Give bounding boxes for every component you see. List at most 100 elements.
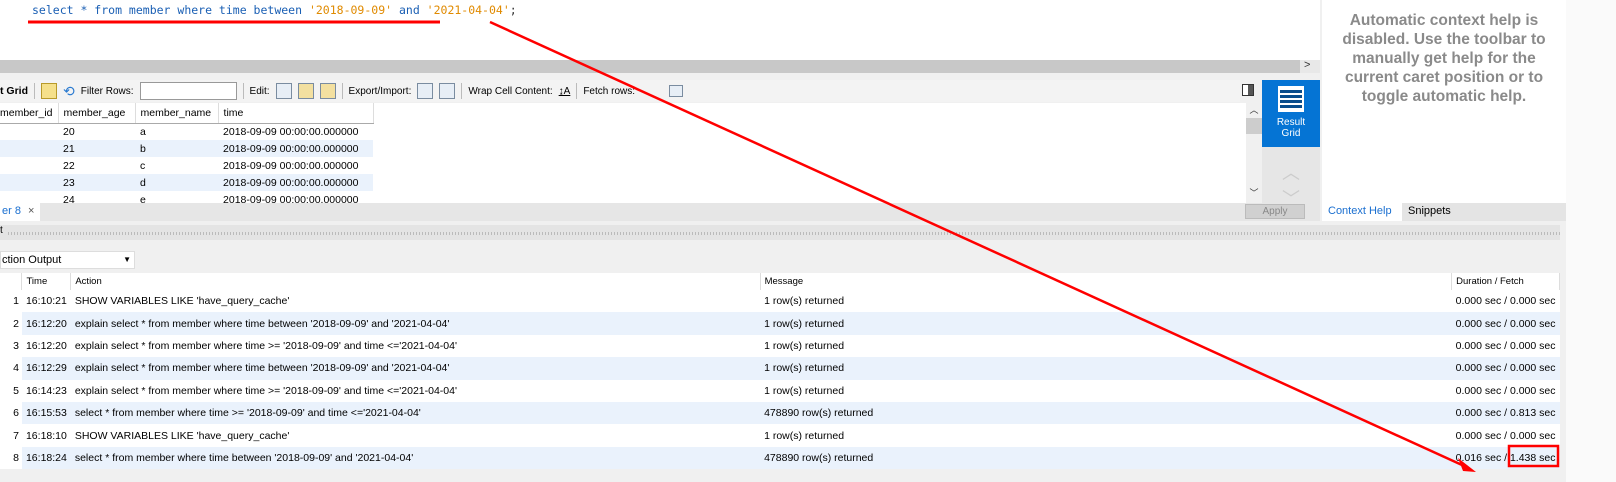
fetch-rows-icon[interactable]	[669, 85, 684, 97]
cell[interactable]: 2018-09-09 00:00:00.000000	[218, 157, 373, 174]
scrollbar-thumb[interactable]	[0, 60, 1300, 73]
time-cell[interactable]: 16:12:20	[21, 312, 71, 335]
message-cell[interactable]: 1 row(s) returned	[760, 290, 1452, 312]
cell[interactable]: b	[135, 140, 219, 157]
column-header[interactable]: time	[218, 103, 374, 124]
scroll-up-icon[interactable]: ︿	[1246, 103, 1262, 116]
grid-layout-icon[interactable]	[41, 83, 57, 99]
tab-result[interactable]: er 8 ×	[0, 203, 40, 221]
time-cell[interactable]: 16:10:21	[22, 290, 71, 312]
time-cell[interactable]: 16:12:20	[22, 335, 71, 357]
output-row[interactable]: 4 16:12:29 explain select * from member wh…	[0, 357, 1560, 380]
row-number[interactable]: 6	[0, 401, 22, 425]
cell[interactable]: 2018-09-09 00:00:00.000000	[218, 174, 374, 191]
action-cell[interactable]: explain select * from member where time …	[70, 357, 761, 380]
add-row-icon[interactable]	[297, 83, 314, 99]
refresh-icon[interactable]: ⟲	[63, 83, 75, 100]
sql-query[interactable]: select * from member where time between …	[32, 3, 517, 17]
output-row[interactable]: 8 16:18:24 select * from member where time…	[0, 446, 1560, 470]
output-row[interactable]: 1 16:10:21 SHOW VARIABLES LIKE 'have_query…	[0, 290, 1560, 313]
side-scroll-arrows-icon[interactable]: ︿ ﹀	[1262, 147, 1320, 209]
duration-cell[interactable]: 0.000 sec / 0.000 sec	[1452, 290, 1560, 312]
message-cell[interactable]: 1 row(s) returned	[760, 380, 1452, 402]
apply-button[interactable]: Apply	[1245, 204, 1305, 219]
row-number[interactable]: 8	[0, 446, 22, 470]
cell[interactable]: c	[135, 157, 218, 174]
row-number[interactable]: 7	[0, 424, 22, 447]
action-cell[interactable]: SHOW VARIABLES LIKE 'have_query_cache'	[71, 290, 760, 312]
duration-cell[interactable]: 0.000 sec / 0.000 sec	[1452, 380, 1560, 402]
output-row[interactable]: 6 16:15:53 select * from member where time…	[0, 401, 1560, 425]
sql-editor[interactable]: select * from member where time between …	[0, 0, 1320, 60]
cell[interactable]: 23	[58, 174, 136, 191]
column-header[interactable]: Action	[70, 273, 761, 290]
export-icon[interactable]	[417, 83, 434, 99]
time-cell[interactable]: 16:18:24	[21, 446, 71, 470]
output-row[interactable]: 7 16:18:10 SHOW VARIABLES LIKE 'have_query…	[0, 424, 1560, 447]
duration-cell[interactable]: 0.000 sec / 0.000 sec	[1451, 312, 1560, 335]
time-cell[interactable]: 16:12:29	[21, 357, 71, 380]
wrap-cell-icon[interactable]: ↨A	[559, 86, 571, 97]
tab-context-help[interactable]: Context Help	[1322, 203, 1402, 221]
duration-cell[interactable]: 0.000 sec / 0.813 sec	[1451, 401, 1560, 425]
action-cell[interactable]: select * from member where time between …	[70, 446, 761, 470]
tab-snippets[interactable]: Snippets	[1402, 203, 1457, 221]
splitter-grip[interactable]	[8, 232, 1560, 235]
scrollbar-thumb[interactable]	[1246, 118, 1262, 134]
message-cell[interactable]: 1 row(s) returned	[760, 424, 1452, 446]
action-cell[interactable]: explain select * from member where time …	[71, 380, 760, 402]
scroll-down-icon[interactable]: ﹀	[1246, 186, 1262, 199]
cell[interactable]: d	[135, 174, 219, 191]
message-cell[interactable]: 478890 row(s) returned	[760, 446, 1452, 470]
cell[interactable]: a	[135, 123, 218, 140]
cell[interactable]: 2018-09-09 00:00:00.000000	[218, 123, 373, 140]
cell[interactable]: 20	[58, 123, 135, 140]
column-header[interactable]: Time	[21, 273, 72, 290]
action-cell[interactable]: explain select * from member where time …	[70, 312, 761, 335]
output-row[interactable]: 2 16:12:20 explain select * from member wh…	[0, 312, 1560, 335]
column-header[interactable]: member_id	[0, 103, 59, 124]
message-cell[interactable]: 1 row(s) returned	[760, 357, 1452, 380]
import-icon[interactable]	[439, 83, 456, 99]
column-header[interactable]: member_name	[135, 103, 219, 124]
table-row[interactable]: 23 d 2018-09-09 00:00:00.000000	[0, 174, 374, 191]
cell[interactable]	[0, 174, 59, 191]
action-cell[interactable]: SHOW VARIABLES LIKE 'have_query_cache'	[71, 424, 760, 446]
time-cell[interactable]: 16:18:10	[22, 424, 71, 446]
cell[interactable]	[0, 123, 58, 140]
output-row[interactable]: 3 16:12:20 explain select * from member wh…	[0, 334, 1560, 358]
message-cell[interactable]: 1 row(s) returned	[760, 312, 1452, 335]
duration-cell[interactable]: 0.016 sec / 1.438 sec	[1451, 446, 1560, 470]
table-row[interactable]: 21 b 2018-09-09 00:00:00.000000	[0, 140, 374, 157]
row-number[interactable]: 2	[0, 312, 22, 335]
table-row[interactable]: 22 c 2018-09-09 00:00:00.000000	[0, 157, 373, 174]
edit-row-icon[interactable]	[275, 83, 292, 99]
message-cell[interactable]: 478890 row(s) returned	[760, 401, 1452, 425]
cell[interactable]: 21	[58, 140, 136, 157]
table-row[interactable]: 20 a 2018-09-09 00:00:00.000000	[0, 123, 373, 140]
time-cell[interactable]: 16:15:53	[21, 401, 71, 425]
panel-toggle-icon[interactable]	[1242, 84, 1254, 96]
time-cell[interactable]: 16:14:23	[22, 380, 71, 402]
row-number[interactable]: 3	[0, 334, 22, 358]
result-grid-button[interactable]: Result Grid	[1262, 80, 1320, 147]
scroll-right-icon[interactable]: >	[1304, 59, 1310, 71]
output-type-dropdown[interactable]: ction Output ▼	[0, 251, 135, 269]
cell[interactable]: 2018-09-09 00:00:00.000000	[218, 140, 374, 157]
row-number[interactable]: 5	[0, 379, 22, 402]
duration-cell[interactable]: 0.000 sec / 0.000 sec	[1452, 335, 1560, 357]
action-cell[interactable]: explain select * from member where time …	[71, 335, 760, 357]
column-header[interactable]: Message	[760, 273, 1453, 290]
column-header[interactable]	[0, 273, 23, 290]
column-header[interactable]: member_age	[58, 103, 136, 124]
row-number[interactable]: 4	[0, 357, 22, 380]
duration-cell[interactable]: 0.000 sec / 0.000 sec	[1451, 357, 1560, 380]
message-cell[interactable]: 1 row(s) returned	[760, 335, 1452, 357]
filter-rows-input[interactable]	[139, 82, 237, 100]
row-number[interactable]: 1	[0, 290, 22, 313]
column-header[interactable]: Duration / Fetch	[1451, 273, 1560, 290]
vertical-scrollbar[interactable]: ︿ ﹀	[1246, 103, 1262, 203]
cell[interactable]: 22	[58, 157, 135, 174]
duration-cell[interactable]: 0.000 sec / 0.000 sec	[1452, 424, 1560, 446]
output-row[interactable]: 5 16:14:23 explain select * from member wh…	[0, 379, 1560, 402]
